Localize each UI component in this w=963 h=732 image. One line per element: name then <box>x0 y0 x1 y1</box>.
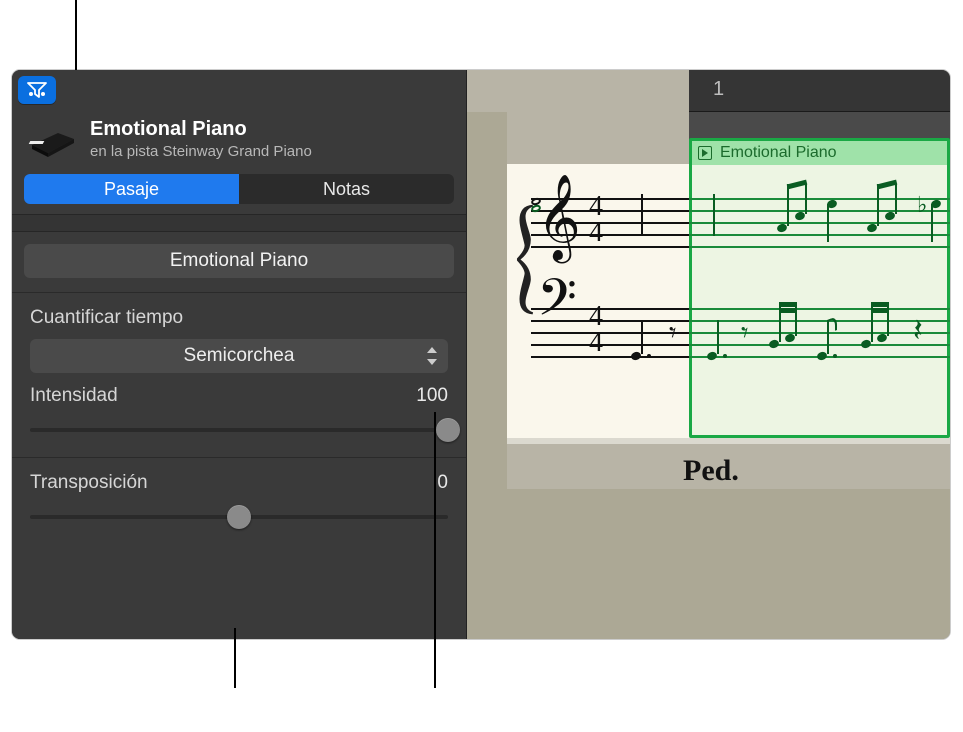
filter-icon <box>27 82 47 98</box>
transpose-label: Transposición <box>30 472 148 494</box>
strength-slider[interactable] <box>30 419 448 441</box>
region-header: Emotional Piano en la pista Steinway Gra… <box>12 110 466 170</box>
beam <box>779 302 797 307</box>
grand-staff: 𝄔 𝄞 4 4 <box>531 198 950 418</box>
note-stem <box>827 204 829 242</box>
note-stem <box>641 194 643 234</box>
region-name-label: Emotional Piano <box>720 144 837 162</box>
region-name-field[interactable]: Emotional Piano <box>24 244 454 278</box>
track-name: Steinway Grand Piano <box>163 143 312 160</box>
quarter-rest-icon: 𝄽 <box>913 312 923 350</box>
ruler-bar-1: 1 <box>713 78 724 101</box>
inspector-toolbar <box>12 70 466 110</box>
transpose-value: 0 <box>437 472 448 494</box>
note-stem <box>805 184 807 214</box>
callout-line-quantize <box>434 412 436 688</box>
transpose-slider[interactable] <box>30 506 448 528</box>
transpose-section: Transposición 0 <box>12 457 466 554</box>
note-stem <box>717 320 719 354</box>
subtitle-prefix: en la pista <box>90 143 163 160</box>
page-bottom-margin <box>467 489 950 639</box>
note-stem <box>713 194 715 236</box>
chevron-updown-icon <box>426 347 438 365</box>
note-stem <box>931 204 933 242</box>
quantize-label: Cuantificar tiempo <box>30 307 448 329</box>
note-stem <box>641 320 643 354</box>
dot <box>833 354 837 358</box>
region-title: Emotional Piano <box>90 118 450 141</box>
tab-notes[interactable]: Notas <box>239 174 454 204</box>
slider-track <box>30 428 448 432</box>
treble-clef-icon: 𝄞 <box>537 176 581 261</box>
time-signature: 4 4 <box>589 194 603 246</box>
pedal-marking: Ped. <box>683 454 739 488</box>
beam <box>779 308 797 313</box>
callout-line-transpose <box>234 628 236 688</box>
note-stem <box>895 184 897 214</box>
section-divider <box>12 214 466 232</box>
page-shadow <box>507 438 950 444</box>
quantize-value: Semicorchea <box>184 345 295 367</box>
quantize-section: Cuantificar tiempo Semicorchea Intensida… <box>12 292 466 457</box>
strength-value: 100 <box>416 385 448 407</box>
score-area: 1 Emotional Piano 𝄔 <box>467 70 950 639</box>
piano-icon <box>28 119 76 159</box>
flat-accidental-icon: ♭ <box>917 192 927 218</box>
dot <box>723 354 727 358</box>
callout-line-top <box>75 0 77 70</box>
timesig-bottom: 4 <box>589 330 603 356</box>
bass-clef-icon: 𝄢 <box>537 270 577 341</box>
treble-staff: 𝄞 4 4 <box>531 198 950 248</box>
region-header-bar: Emotional Piano <box>692 141 947 165</box>
beam <box>871 302 889 307</box>
inspector-panel: Emotional Piano en la pista Steinway Gra… <box>12 70 467 639</box>
filter-button[interactable] <box>18 76 56 104</box>
note-stem <box>877 184 879 226</box>
dot <box>647 354 651 358</box>
beam <box>871 308 889 313</box>
strength-label: Intensidad <box>30 385 118 407</box>
slider-thumb[interactable] <box>227 505 251 529</box>
inspector-tabs: Pasaje Notas <box>24 174 454 204</box>
eighth-rest-icon: 𝄾 <box>741 318 748 350</box>
note-stem <box>787 184 789 226</box>
bass-staff: 𝄢 4 4 𝄾 𝄾 <box>531 308 950 358</box>
quantize-popup[interactable]: Semicorchea <box>30 339 448 373</box>
score-editor-panel: Emotional Piano en la pista Steinway Gra… <box>12 70 950 639</box>
timesig-bottom: 4 <box>589 220 603 246</box>
eighth-rest-icon: 𝄾 <box>669 318 676 350</box>
slider-thumb[interactable] <box>436 418 460 442</box>
tab-region[interactable]: Pasaje <box>24 174 239 204</box>
play-icon <box>698 146 712 160</box>
bar-ruler[interactable]: 1 <box>689 70 950 112</box>
region-subtitle: en la pista Steinway Grand Piano <box>90 143 450 160</box>
time-signature: 4 4 <box>589 304 603 356</box>
